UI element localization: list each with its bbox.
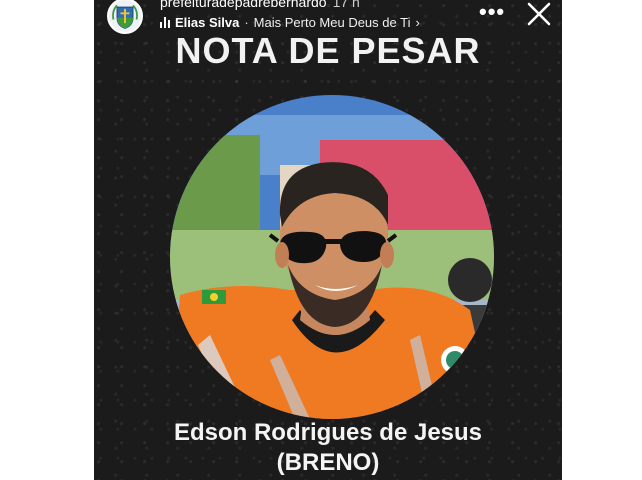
music-attribution[interactable]: Elias Silva · Mais Perto Meu Deus de Ti … — [160, 15, 420, 30]
account-line: prefeituradepadrebernardo 17 h — [160, 0, 360, 10]
music-song: Mais Perto Meu Deus de Ti — [253, 15, 411, 30]
screen: prefeituradepadrebernardo 17 h Elias Silv… — [0, 0, 642, 480]
coat-of-arms-icon — [109, 0, 141, 32]
audio-bars-icon — [160, 17, 170, 28]
memorial-photo — [170, 95, 494, 419]
close-icon[interactable] — [526, 1, 552, 27]
music-artist: Elias Silva — [175, 15, 240, 30]
deceased-name: Edson Rodrigues de Jesus (BRENO) — [94, 418, 562, 478]
music-separator: · — [244, 15, 249, 30]
name-line-1: Edson Rodrigues de Jesus — [173, 419, 483, 446]
chevron-right-icon: › — [415, 15, 420, 30]
more-options-icon[interactable]: ••• — [479, 0, 505, 24]
post-time: 17 h — [332, 0, 360, 10]
page-title: NOTA DE PESAR — [175, 30, 481, 71]
account-avatar[interactable] — [107, 0, 143, 34]
account-name[interactable]: prefeituradepadrebernardo — [160, 0, 327, 10]
name-line-2: (BRENO) — [276, 449, 380, 476]
story-viewer: prefeituradepadrebernardo 17 h Elias Silv… — [94, 0, 562, 480]
